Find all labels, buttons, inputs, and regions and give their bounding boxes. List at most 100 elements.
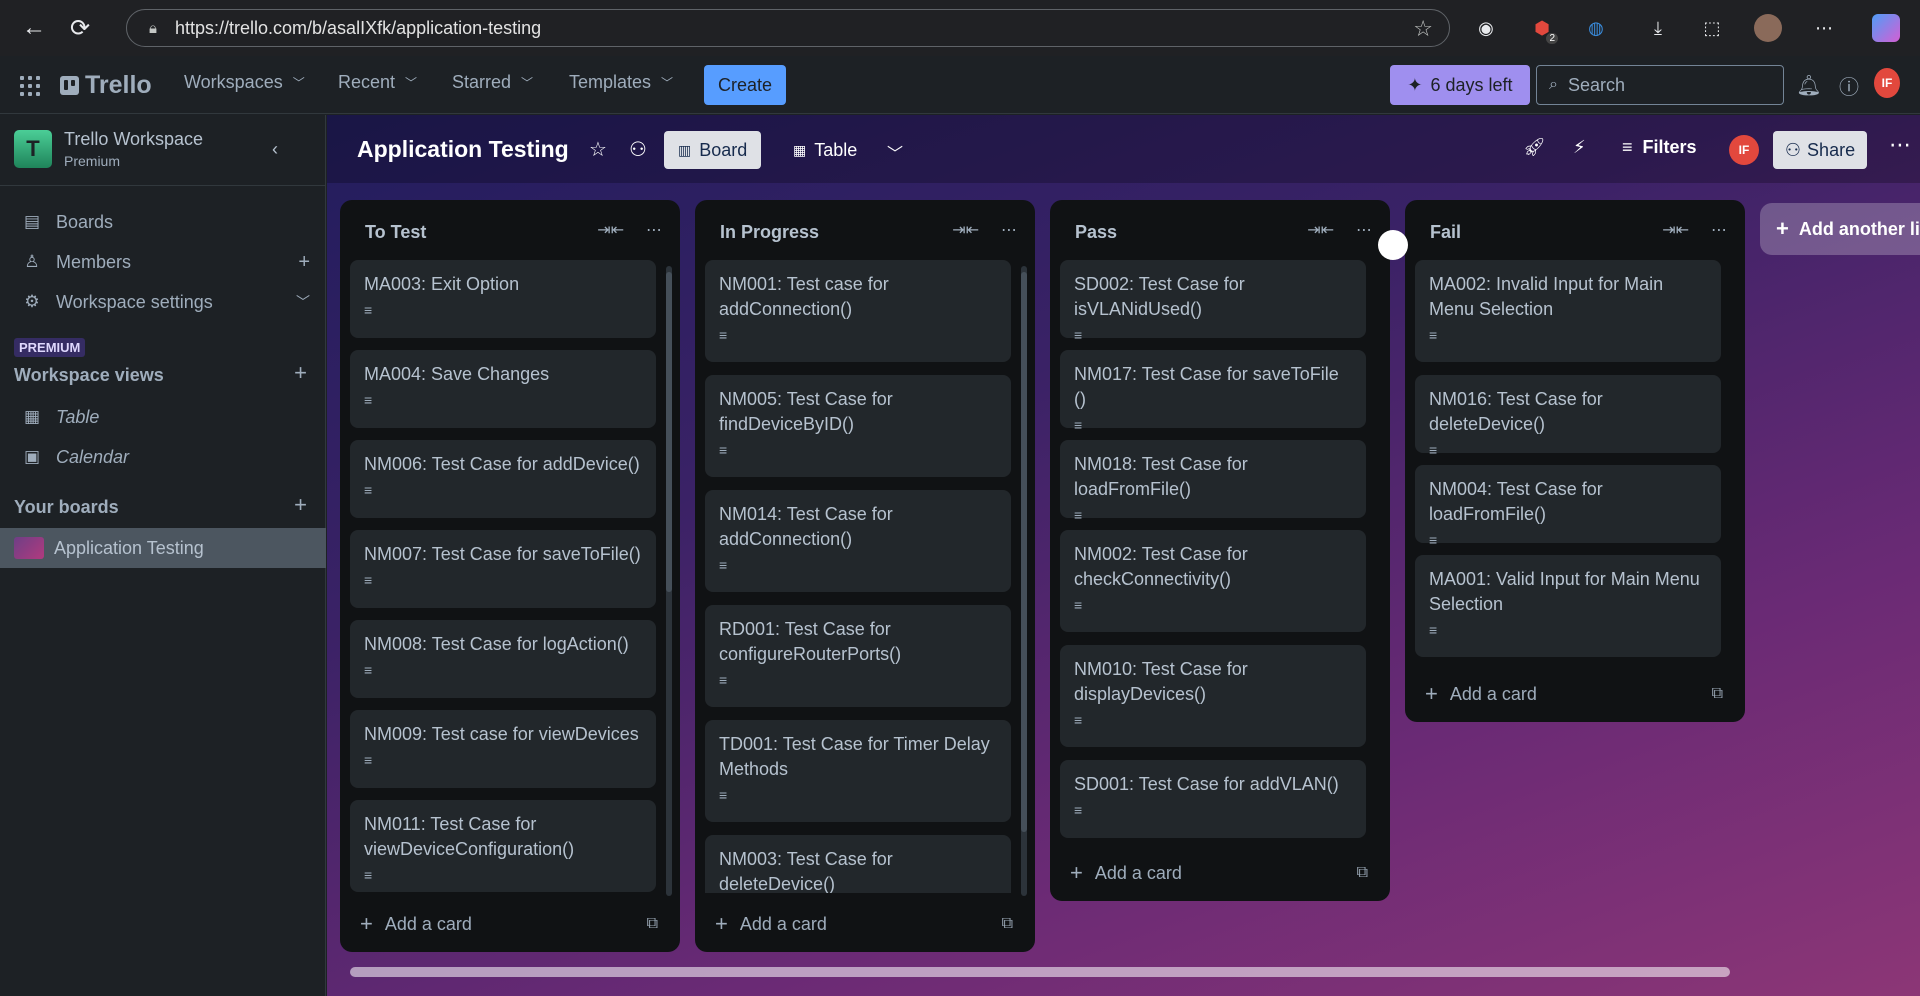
card[interactable]: NM017: Test Case for saveToFile () ≡ [1060,350,1366,433]
app-switcher-icon[interactable] [20,76,40,96]
card[interactable]: NM004: Test Case for loadFromFile() ≡ [1415,465,1721,548]
list-fail[interactable]: Fail ⇥⇤ ⋯ MA002: Invalid Input for Main M… [1405,200,1745,722]
copilot-icon[interactable] [1872,14,1900,42]
starred-menu[interactable]: Starred ﹀ [452,72,533,93]
add-member-icon[interactable]: + [298,251,310,274]
add-board-icon[interactable]: + [294,492,307,518]
card[interactable]: NM005: Test Case for findDeviceByID() ≡ [705,375,1011,477]
collapse-sidebar-icon[interactable]: ‹ [272,139,278,160]
card-template-icon[interactable]: ⧉ [1357,864,1368,882]
notifications-icon[interactable]: 🔔︎ [1796,72,1822,98]
workspace-header[interactable]: T Trello Workspace Premium [14,129,203,169]
workspaces-menu[interactable]: Workspaces ﹀ [184,72,305,93]
list-to-test[interactable]: To Test ⇥⇤ ⋯ MA003: Exit Option ≡ MA004: S… [340,200,680,952]
star-icon[interactable]: ☆ [589,137,607,162]
add-view-icon[interactable]: + [294,360,307,386]
more-icon[interactable]: ⋯ [1889,132,1911,158]
board-scrollbar-thumb[interactable] [350,967,1730,977]
address-bar[interactable]: 🔒︎ https://trello.com/b/asalIXfk/applica… [126,9,1450,47]
add-card-button[interactable]: + Add a card [1070,860,1182,886]
card[interactable]: RD001: Test Case for configureRouterPort… [705,605,1011,707]
card-template-icon[interactable]: ⧉ [1002,915,1013,933]
card[interactable]: SD001: Test Case for addVLAN() ≡ [1060,760,1366,838]
trial-button[interactable]: ✦ 6 days left [1390,65,1530,105]
sidebar-item-table[interactable]: ▦ Table [0,397,326,437]
add-card-button[interactable]: + Add a card [715,911,827,937]
list-scrollbar-thumb[interactable] [666,272,672,592]
share-button[interactable]: ⚇ Share [1773,131,1867,169]
card[interactable]: SD002: Test Case for isVLANidUsed() ≡ [1060,260,1366,343]
list-pass[interactable]: Pass ⇥⇤ ⋯ SD002: Test Case for isVLANidUs… [1050,200,1390,901]
card[interactable]: MA003: Exit Option ≡ [350,260,656,338]
card[interactable]: NM007: Test Case for saveToFile() ≡ [350,530,656,608]
account-avatar[interactable]: IF [1874,68,1900,98]
list-title[interactable]: Pass [1075,222,1117,243]
list-title[interactable]: Fail [1430,222,1461,243]
add-card-button[interactable]: + Add a card [360,911,472,937]
more-icon[interactable]: ⋯ [1810,14,1838,42]
profile-icon[interactable] [1754,14,1782,42]
card[interactable]: NM003: Test Case for deleteDevice() [705,835,1011,893]
more-icon[interactable]: ⋯ [1356,220,1372,240]
card-template-icon[interactable]: ⧉ [1712,685,1723,703]
automation-icon[interactable]: ⚡︎ [1573,137,1586,158]
create-button[interactable]: Create [704,65,786,105]
trello-logo[interactable]: Trello [60,71,152,100]
list-title[interactable]: To Test [365,222,426,243]
tab-table[interactable]: ▦ Table [779,131,871,169]
screenshot-icon[interactable]: ⬚ [1698,14,1726,42]
power-ups-icon[interactable]: 🚀︎ [1523,137,1546,158]
more-icon[interactable]: ⋯ [1001,220,1017,240]
more-icon[interactable]: ⋯ [1711,220,1727,240]
card[interactable]: TD001: Test Case for Timer Delay Methods… [705,720,1011,822]
download-icon[interactable]: ⤓ [1644,14,1672,42]
collapse-list-icon[interactable]: ⇥⇤ [952,220,979,240]
card[interactable]: NM009: Test case for viewDevices ≡ [350,710,656,788]
board-title[interactable]: Application Testing [357,136,569,163]
card[interactable]: NM001: Test case for addConnection() ≡ [705,260,1011,362]
collapse-list-icon[interactable]: ⇥⇤ [597,220,624,240]
shazam-icon[interactable]: ◍ [1582,14,1610,42]
card[interactable]: MA004: Save Changes ≡ [350,350,656,428]
sidebar-item-members[interactable]: ♙ Members + [0,242,326,282]
card[interactable]: NM002: Test Case for checkConnectivity()… [1060,530,1366,632]
card[interactable]: NM008: Test Case for logAction() ≡ [350,620,656,698]
sidebar-item-workspace-settings[interactable]: ⚙ Workspace settings ﹀ [0,282,326,322]
add-list-button[interactable]: + Add another list [1760,203,1920,255]
sidebar-item-calendar[interactable]: ▣ Calendar [0,437,326,477]
filters-button[interactable]: ≡ Filters [1622,137,1697,158]
list-scrollbar-thumb[interactable] [1021,272,1027,832]
list-in-progress[interactable]: In Progress ⇥⇤ ⋯ NM001: Test case for add… [695,200,1035,952]
templates-menu[interactable]: Templates ﹀ [569,72,673,93]
collapse-list-icon[interactable]: ⇥⇤ [1662,220,1689,240]
ublock-icon[interactable]: ⬢ 2 [1528,14,1558,44]
chevron-down-icon[interactable]: ﹀ [296,292,310,312]
more-icon[interactable]: ⋯ [646,220,662,240]
star-icon[interactable]: ☆ [1413,16,1433,42]
card[interactable]: NM010: Test Case for displayDevices() ≡ [1060,645,1366,747]
add-card-button[interactable]: + Add a card [1425,681,1537,707]
list-title[interactable]: In Progress [720,222,819,243]
card[interactable]: MA001: Valid Input for Main Menu Selecti… [1415,555,1721,657]
help-icon[interactable]: ⓘ [1836,72,1862,99]
card[interactable]: NM016: Test Case for deleteDevice() ≡ [1415,375,1721,458]
search-input[interactable]: ⌕ Search [1536,65,1784,105]
card[interactable]: NM011: Test Case for viewDeviceConfigura… [350,800,656,892]
sidebar-board-application-testing[interactable]: Application Testing [0,528,326,568]
card[interactable]: NM014: Test Case for addConnection() ≡ [705,490,1011,592]
visibility-icon[interactable]: ⚇ [629,137,647,162]
card[interactable]: NM018: Test Case for loadFromFile() ≡ [1060,440,1366,523]
card-template-icon[interactable]: ⧉ [647,915,658,933]
sidebar-item-boards[interactable]: ▤ Boards [0,202,326,242]
extension-icon[interactable]: ◉ [1472,14,1500,42]
card[interactable]: MA002: Invalid Input for Main Menu Selec… [1415,260,1721,362]
tab-board[interactable]: ▥ Board [664,131,762,169]
chevron-down-icon[interactable]: ﹀ [887,140,903,164]
board-member-avatar[interactable]: IF [1729,135,1759,165]
card[interactable]: NM006: Test Case for addDevice() ≡ [350,440,656,518]
board-horizontal-scrollbar[interactable] [330,964,1910,978]
back-icon[interactable]: ← [16,10,52,46]
recent-menu[interactable]: Recent ﹀ [338,72,417,93]
collapse-list-icon[interactable]: ⇥⇤ [1307,220,1334,240]
reload-icon[interactable]: ⟳ [62,10,98,46]
